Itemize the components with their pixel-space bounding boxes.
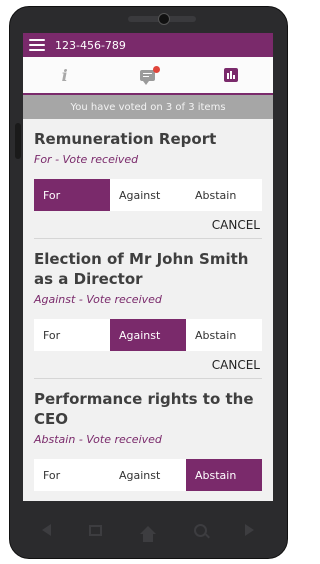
item-title: Performance rights to the CEO [34,390,254,428]
status-banner: You have voted on 3 of 3 items [23,95,273,119]
notification-dot [153,66,161,73]
option-for[interactable]: For [34,459,110,491]
option-abstain[interactable]: Abstain [186,459,262,491]
option-abstain[interactable]: Abstain [186,319,262,351]
phone-number: 123-456-789 [55,38,126,52]
android-nav-bar [23,508,273,552]
cancel-button[interactable]: CANCEL [34,218,262,234]
tab-bar: i [23,57,273,95]
menu-icon[interactable] [29,39,45,51]
vote-item: Performance rights to the CEO Abstain - … [34,389,262,495]
vote-options: For Against Abstain [34,459,262,491]
tab-messages[interactable] [106,57,189,93]
app-screen: 123-456-789 i You have voted on 3 of 3 i… [23,33,273,501]
option-for[interactable]: For [34,179,110,211]
tab-results[interactable] [190,57,273,93]
option-against[interactable]: Against [110,459,186,491]
option-against[interactable]: Against [110,179,186,211]
forward-icon[interactable] [245,524,254,536]
item-status: Abstain - Vote received [34,433,162,446]
vote-item: Remuneration Report For - Vote received … [34,129,262,239]
item-status: Against - Vote received [34,293,162,306]
home-icon[interactable] [140,526,156,542]
info-icon: i [61,65,68,85]
vote-options: For Against Abstain [34,319,262,351]
item-title: Election of Mr John Smith as a Director [34,250,249,288]
side-button [15,123,21,159]
top-bar: 123-456-789 [23,33,273,57]
vote-item: Election of Mr John Smith as a Director … [34,249,262,379]
vote-list: Remuneration Report For - Vote received … [23,129,273,495]
front-camera [158,13,170,25]
recent-apps-icon[interactable] [89,524,102,536]
back-icon[interactable] [42,524,51,536]
option-for[interactable]: For [34,319,110,351]
search-icon[interactable] [194,523,207,537]
tab-info[interactable]: i [23,57,106,93]
option-against[interactable]: Against [110,319,186,351]
item-title: Remuneration Report [34,130,217,148]
option-abstain[interactable]: Abstain [186,179,262,211]
item-status: For - Vote received [34,153,139,166]
bar-chart-icon [224,68,239,82]
vote-options: For Against Abstain [34,179,262,211]
cancel-button[interactable]: CANCEL [34,358,262,374]
